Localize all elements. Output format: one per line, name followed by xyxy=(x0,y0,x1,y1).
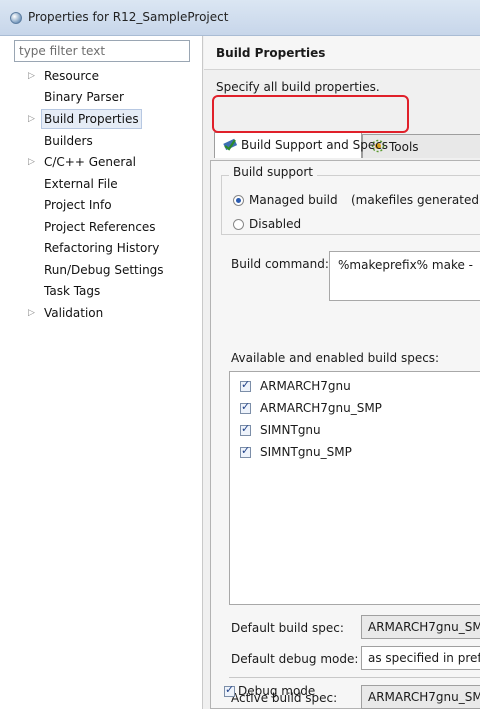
window-title: Properties for R12_SampleProject xyxy=(28,10,229,24)
tree-item-label: Binary Parser xyxy=(44,90,124,104)
category-pane: ▷ Resource Binary Parser ▷ Build Propert… xyxy=(0,36,203,709)
build-support-icon xyxy=(223,138,237,151)
tree-item-label: Builders xyxy=(44,134,93,148)
spec-label: ARMARCH7gnu xyxy=(260,379,351,393)
default-build-spec-label: Default build spec: xyxy=(231,621,344,635)
build-command-field[interactable]: %makeprefix% make - xyxy=(329,251,480,301)
page-title: Build Properties xyxy=(216,46,326,60)
default-build-spec-combo[interactable]: ARMARCH7gnu_SM xyxy=(361,615,480,639)
build-specs-label: Available and enabled build specs: xyxy=(231,351,440,365)
app-icon xyxy=(10,12,22,24)
default-debug-mode-label: Default debug mode: xyxy=(231,652,359,666)
tab-panel: Build support Managed build (makefiles g… xyxy=(210,160,480,709)
title-bar: Properties for R12_SampleProject xyxy=(0,0,480,36)
tree-item-label: Validation xyxy=(44,306,104,320)
build-specs-list[interactable]: ARMARCH7gnu ARMARCH7gnu_SMP SIMNTgnu SIM… xyxy=(229,371,480,605)
highlight-annotation xyxy=(212,95,409,133)
spec-label: SIMNTgnu_SMP xyxy=(260,445,352,459)
build-command-label: Build command: xyxy=(231,257,329,271)
expand-arrow-icon[interactable]: ▷ xyxy=(28,303,35,323)
radio-unselected-icon[interactable] xyxy=(233,219,244,230)
disabled-label: Disabled xyxy=(249,217,302,231)
divider xyxy=(229,677,480,678)
checkbox-checked-icon[interactable] xyxy=(240,444,251,458)
active-build-spec-combo[interactable]: ARMARCH7gnu_SM xyxy=(361,685,480,709)
spec-label: SIMNTgnu xyxy=(260,423,321,437)
page-header: Build Properties xyxy=(204,36,480,70)
spec-label: ARMARCH7gnu_SMP xyxy=(260,401,382,415)
debug-mode-label: Debug mode xyxy=(238,684,316,698)
tab-build-support-and-specs[interactable]: Build Support and Specs xyxy=(214,132,388,158)
checkbox-checked-icon[interactable] xyxy=(240,400,251,414)
tree-item-label: Resource xyxy=(44,69,100,83)
build-support-legend: Build support xyxy=(229,165,318,179)
checkbox-checked-icon[interactable] xyxy=(240,378,251,392)
expand-arrow-icon[interactable]: ▷ xyxy=(28,109,35,129)
page-description: Specify all build properties. xyxy=(216,80,380,94)
expand-arrow-icon[interactable]: ▷ xyxy=(28,66,35,86)
filter-input[interactable] xyxy=(14,40,190,62)
expand-arrow-icon[interactable]: ▷ xyxy=(28,152,35,172)
radio-selected-icon[interactable] xyxy=(233,195,244,206)
tab-label: Build Support and Specs xyxy=(241,138,389,152)
tree-item-label: Task Tags xyxy=(44,284,101,298)
managed-build-label: Managed build xyxy=(249,193,338,207)
managed-build-note: (makefiles generated xyxy=(351,193,479,207)
default-debug-mode-combo[interactable]: as specified in pref xyxy=(361,646,480,670)
tab-label: Tools xyxy=(389,140,419,154)
tree-item-label: Build Properties xyxy=(41,109,142,129)
checkbox-checked-icon[interactable] xyxy=(240,422,251,436)
tree-item-label: C/C++ General xyxy=(44,155,137,169)
checkbox-checked-icon[interactable] xyxy=(224,683,235,697)
tree-item-label: Project Info xyxy=(44,198,112,212)
tree-item-label: External File xyxy=(44,177,118,191)
properties-page: Build Properties Specify all build prope… xyxy=(204,36,480,709)
tree-item-label: Project References xyxy=(44,220,156,234)
tree-item-label: Run/Debug Settings xyxy=(44,263,164,277)
tree-item-label: Refactoring History xyxy=(44,241,160,255)
